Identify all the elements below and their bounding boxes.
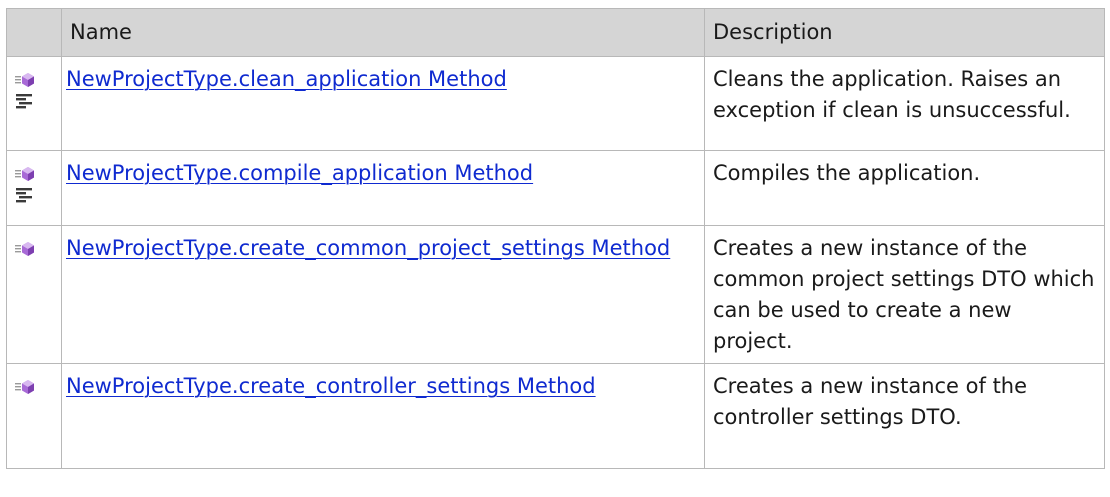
name-cell: NewProjectType.clean_application Method xyxy=(61,56,705,151)
member-link-clean-application[interactable]: NewProjectType.clean_application Method xyxy=(66,67,507,91)
member-link-compile-application[interactable]: NewProjectType.compile_application Metho… xyxy=(66,161,533,185)
name-column-header: Name xyxy=(61,8,705,57)
public-method-icon xyxy=(15,71,61,89)
icon-cell xyxy=(6,363,62,469)
description-cell: Cleans the application. Raises an except… xyxy=(704,56,1105,151)
table-header-row: Name Description xyxy=(6,8,1105,57)
name-cell: NewProjectType.create_controller_setting… xyxy=(61,363,705,469)
name-cell: NewProjectType.compile_application Metho… xyxy=(61,150,705,226)
table-row: NewProjectType.create_controller_setting… xyxy=(6,363,1105,469)
member-link-create-common-project-settings[interactable]: NewProjectType.create_common_project_set… xyxy=(66,236,670,260)
table-row: NewProjectType.create_common_project_set… xyxy=(6,225,1105,364)
public-method-icon xyxy=(15,165,61,183)
static-member-icon xyxy=(15,93,61,111)
description-cell: Compiles the application. xyxy=(704,150,1105,226)
name-cell: NewProjectType.create_common_project_set… xyxy=(61,225,705,364)
table-row: NewProjectType.clean_application Method … xyxy=(6,56,1105,151)
description-cell: Creates a new instance of the common pro… xyxy=(704,225,1105,364)
icon-cell xyxy=(6,225,62,364)
members-table: Name Description NewProjectType.clean_ap… xyxy=(6,8,1105,469)
icon-column-header xyxy=(6,8,62,57)
description-cell: Creates a new instance of the controller… xyxy=(704,363,1105,469)
icon-cell xyxy=(6,56,62,151)
member-link-create-controller-settings[interactable]: NewProjectType.create_controller_setting… xyxy=(66,374,596,398)
table-row: NewProjectType.compile_application Metho… xyxy=(6,150,1105,226)
description-column-header: Description xyxy=(704,8,1105,57)
static-member-icon xyxy=(15,187,61,205)
icon-cell xyxy=(6,150,62,226)
public-method-icon xyxy=(15,240,61,258)
public-method-icon xyxy=(15,378,61,396)
